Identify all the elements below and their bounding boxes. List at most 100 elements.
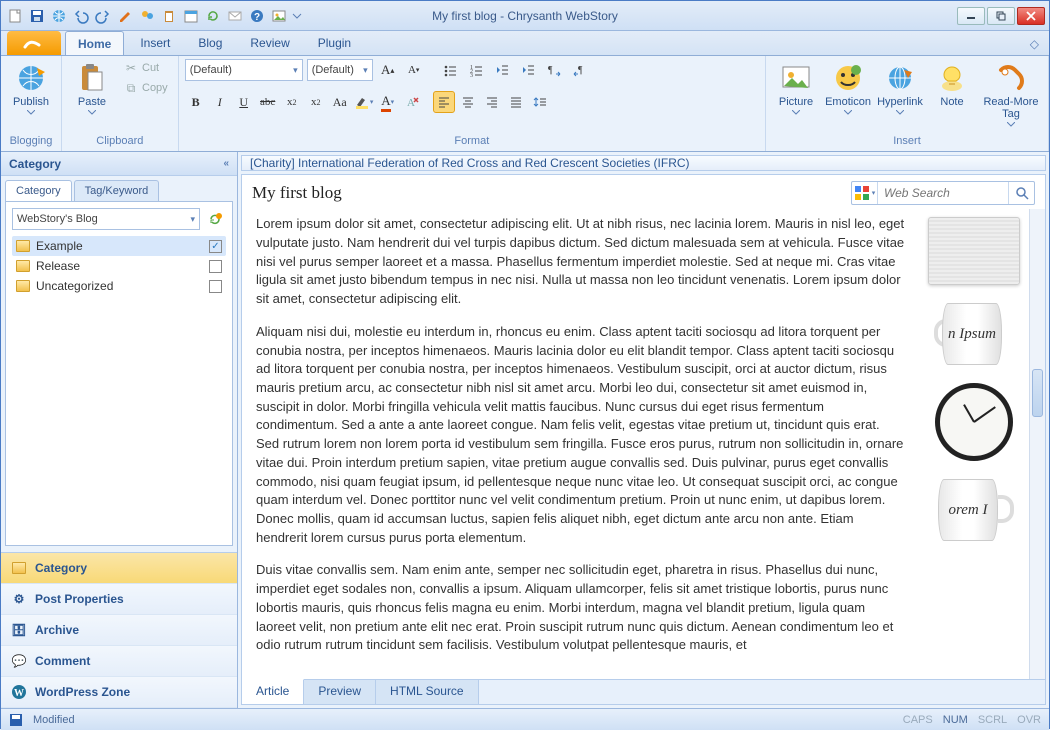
outdent-button[interactable] [491,59,513,81]
save-icon [9,713,23,727]
image-clock[interactable] [935,383,1013,461]
refresh-categories-button[interactable] [204,208,226,230]
note-icon [936,62,968,94]
image-placeholder[interactable] [928,217,1020,285]
pen-icon[interactable] [115,6,135,26]
superscript-button[interactable]: x2 [305,91,327,113]
ribbon-minimize-icon[interactable]: ◇ [1030,37,1039,51]
checkbox-icon[interactable] [209,280,222,293]
change-case-button[interactable]: Aa [329,91,351,113]
publish-button[interactable]: Publish [7,59,55,118]
font-color-button[interactable]: A▾ [377,91,399,113]
tab-article[interactable]: Article [242,679,304,704]
strike-button[interactable]: abc [257,91,279,113]
globe-icon[interactable] [49,6,69,26]
readmore-button[interactable]: Read-More Tag [980,59,1042,130]
save-icon[interactable] [27,6,47,26]
ribbon: Publish Blogging Paste ✂Cut ⧉Copy Clipbo… [1,56,1049,152]
blog-select-combo[interactable]: WebStory's Blog▾ [12,208,200,230]
underline-button[interactable]: U [233,91,255,113]
paste-small-icon[interactable] [159,6,179,26]
maximize-button[interactable] [987,7,1015,25]
image-mug-2[interactable]: orem I [934,475,1014,545]
tab-tag-keyword[interactable]: Tag/Keyword [74,180,160,201]
line-spacing-button[interactable] [529,91,551,113]
grow-font-button[interactable]: A▴ [377,59,399,81]
paste-button[interactable]: Paste [68,59,116,118]
note-button[interactable]: Note [928,59,976,111]
tab-html-source[interactable]: HTML Source [376,680,479,704]
file-tab[interactable] [7,31,61,55]
emoticon-button[interactable]: Emoticon [824,59,872,118]
hyperlink-button[interactable]: Hyperlink [876,59,924,118]
chevron-down-icon [896,110,904,115]
tab-insert[interactable]: Insert [128,31,182,55]
cut-button[interactable]: ✂Cut [120,59,172,77]
nav-wordpress[interactable]: WWordPress Zone [1,677,237,708]
nav-post-properties[interactable]: ⚙Post Properties [1,584,237,615]
italic-button[interactable]: I [209,91,231,113]
clear-format-button[interactable]: A [401,91,423,113]
close-button[interactable] [1017,7,1045,25]
chevron-down-icon [88,110,96,115]
undo-icon[interactable] [71,6,91,26]
category-item-uncategorized[interactable]: Uncategorized [12,276,226,296]
font-size-combo[interactable]: (Default)▾ [307,59,373,81]
mail-icon[interactable] [225,6,245,26]
help-icon[interactable]: ? [247,6,267,26]
checkbox-icon[interactable]: ✓ [209,240,222,253]
nav-comment[interactable]: 💬Comment [1,646,237,677]
new-icon[interactable] [5,6,25,26]
calendar-icon[interactable] [181,6,201,26]
bold-button[interactable]: B [185,91,207,113]
checkbox-icon[interactable] [209,260,222,273]
justify-button[interactable] [505,91,527,113]
search-input[interactable] [878,186,1008,200]
picture-button[interactable]: Picture [772,59,820,118]
rtl-button[interactable]: ¶ [569,59,591,81]
tab-blog[interactable]: Blog [186,31,234,55]
search-go-button[interactable] [1008,182,1034,204]
shrink-font-button[interactable]: A▾ [403,59,425,81]
status-num: NUM [943,714,968,726]
picture-small-icon[interactable] [269,6,289,26]
image-mug-1[interactable]: n Ipsum [934,299,1014,369]
qa-more-icon[interactable] [291,6,303,26]
collapse-icon[interactable]: « [223,158,229,169]
svg-text:?: ? [254,12,260,23]
font-family-combo[interactable]: (Default)▾ [185,59,303,81]
highlight-button[interactable]: ▾ [353,91,375,113]
nav-archive[interactable]: 🗄Archive [1,615,237,646]
category-item-release[interactable]: Release [12,256,226,276]
vertical-scrollbar[interactable] [1029,209,1045,679]
bullets-button[interactable] [439,59,461,81]
scissors-icon: ✂ [124,61,138,75]
tab-plugin[interactable]: Plugin [306,31,363,55]
wordpress-icon: W [11,684,27,700]
numbering-button[interactable]: 123 [465,59,487,81]
refresh-icon[interactable] [203,6,223,26]
redo-icon[interactable] [93,6,113,26]
search-provider-icon[interactable]: ▾ [852,182,878,204]
align-center-button[interactable] [457,91,479,113]
minimize-button[interactable] [957,7,985,25]
copy-button[interactable]: ⧉Copy [120,79,172,97]
nav-category[interactable]: Category [1,553,237,584]
ltr-button[interactable]: ¶ [543,59,565,81]
tab-preview[interactable]: Preview [304,680,376,704]
align-right-button[interactable] [481,91,503,113]
scroll-thumb[interactable] [1032,369,1043,417]
tab-category[interactable]: Category [5,180,72,201]
svg-text:¶: ¶ [548,65,553,76]
side-panel: Category « Category Tag/Keyword WebStory'… [1,152,238,708]
category-item-example[interactable]: Example✓ [12,236,226,256]
align-left-button[interactable] [433,91,455,113]
subscript-button[interactable]: x2 [281,91,303,113]
breadcrumb[interactable]: [Charity] International Federation of Re… [241,155,1046,171]
indent-button[interactable] [517,59,539,81]
document-text[interactable]: Lorem ipsum dolor sit amet, consectetur … [242,209,919,679]
chevron-down-icon [792,110,800,115]
contacts-icon[interactable] [137,6,157,26]
tab-review[interactable]: Review [238,31,301,55]
tab-home[interactable]: Home [65,31,124,55]
